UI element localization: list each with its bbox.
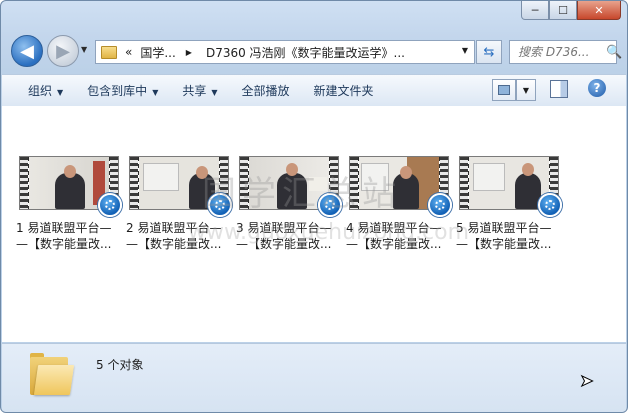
file-name-line-2: —【数字能量改... xyxy=(456,237,552,251)
minimize-button[interactable]: ─ xyxy=(521,1,549,20)
organize-label: 组织 xyxy=(28,84,53,98)
chevron-down-icon: ▼ xyxy=(57,88,64,97)
folder-icon xyxy=(30,353,75,395)
file-name-line-1: 1 易道联盟平台— xyxy=(16,221,112,235)
details-pane: 5 个对象 ➤ xyxy=(2,343,626,412)
organize-button[interactable]: 组织 ▼ xyxy=(16,82,75,99)
help-button[interactable]: ? xyxy=(588,79,606,97)
watermark-text: 国学汇总站 xyxy=(202,174,402,214)
new-folder-button[interactable]: 新建文件夹 xyxy=(302,82,386,99)
navigation-bar: ◀ ▶ ▼ « 国学... ▶ D7360 冯浩刚《数字能量改运学》... ▼ … xyxy=(1,31,627,71)
watermark-url: www.guoxuehuizong.com xyxy=(188,220,470,245)
caption-buttons: ─ ☐ ✕ xyxy=(521,1,621,20)
recent-pages-dropdown-icon[interactable]: ▼ xyxy=(81,45,87,54)
address-dropdown-icon[interactable]: ▼ xyxy=(462,46,468,55)
arrow-left-icon: ◀ xyxy=(20,40,34,62)
search-input[interactable] xyxy=(516,44,604,60)
chevron-down-icon: ▼ xyxy=(152,88,159,97)
refresh-button[interactable]: ⇆ xyxy=(476,40,502,64)
file-name-line-1: 5 易道联盟平台— xyxy=(456,221,552,235)
video-thumbnail xyxy=(19,156,122,217)
back-button[interactable]: ◀ xyxy=(11,35,43,67)
refresh-icon: ⇆ xyxy=(483,44,495,60)
forward-button[interactable]: ▶ xyxy=(47,35,79,67)
video-thumbnail xyxy=(459,156,562,217)
file-list-pane[interactable]: 1 易道联盟平台— —【数字能量改... 2 易道联盟平台— —【数字能量改..… xyxy=(2,106,626,342)
arrow-right-icon: ▶ xyxy=(56,40,70,62)
item-count: 5 个对象 xyxy=(96,358,144,372)
view-options-dropdown-icon[interactable]: ▼ xyxy=(516,79,536,101)
file-name: 5 易道联盟平台— —【数字能量改... xyxy=(456,220,568,252)
share-button[interactable]: 共享 ▼ xyxy=(170,82,229,99)
media-player-icon xyxy=(98,193,122,217)
file-name: 1 易道联盟平台— —【数字能量改... xyxy=(16,220,128,252)
media-player-icon xyxy=(428,193,452,217)
breadcrumb-overflow[interactable]: « xyxy=(125,45,132,59)
breadcrumb-separator-icon[interactable]: ▶ xyxy=(186,48,192,57)
close-button[interactable]: ✕ xyxy=(577,1,621,20)
command-bar: 组织 ▼ 包含到库中 ▼ 共享 ▼ 全部播放 新建文件夹 ▼ ? xyxy=(2,74,626,107)
play-all-button[interactable]: 全部播放 xyxy=(230,82,302,99)
include-library-label: 包含到库中 xyxy=(87,84,148,98)
search-box[interactable]: 🔍 xyxy=(509,40,622,64)
breadcrumb-item-current[interactable]: D7360 冯浩刚《数字能量改运学》... xyxy=(206,44,405,61)
preview-pane-button[interactable] xyxy=(550,80,568,98)
mouse-cursor-icon: ➤ xyxy=(579,371,594,391)
file-name-line-2: —【数字能量改... xyxy=(16,237,112,251)
chevron-down-icon: ▼ xyxy=(211,88,218,97)
breadcrumb-item-guoxue[interactable]: 国学... xyxy=(140,44,175,61)
search-icon[interactable]: 🔍 xyxy=(606,45,622,60)
explorer-window: ─ ☐ ✕ ◀ ▶ ▼ « 国学... ▶ D7360 冯浩刚《数字能量改运学》… xyxy=(0,0,628,413)
maximize-button[interactable]: ☐ xyxy=(549,1,577,20)
address-bar[interactable]: « 国学... ▶ D7360 冯浩刚《数字能量改运学》... ▼ xyxy=(95,40,475,64)
change-view-button[interactable] xyxy=(492,79,516,101)
media-player-icon xyxy=(538,193,562,217)
include-in-library-button[interactable]: 包含到库中 ▼ xyxy=(75,82,170,99)
folder-icon xyxy=(101,45,117,59)
share-label: 共享 xyxy=(182,84,207,98)
